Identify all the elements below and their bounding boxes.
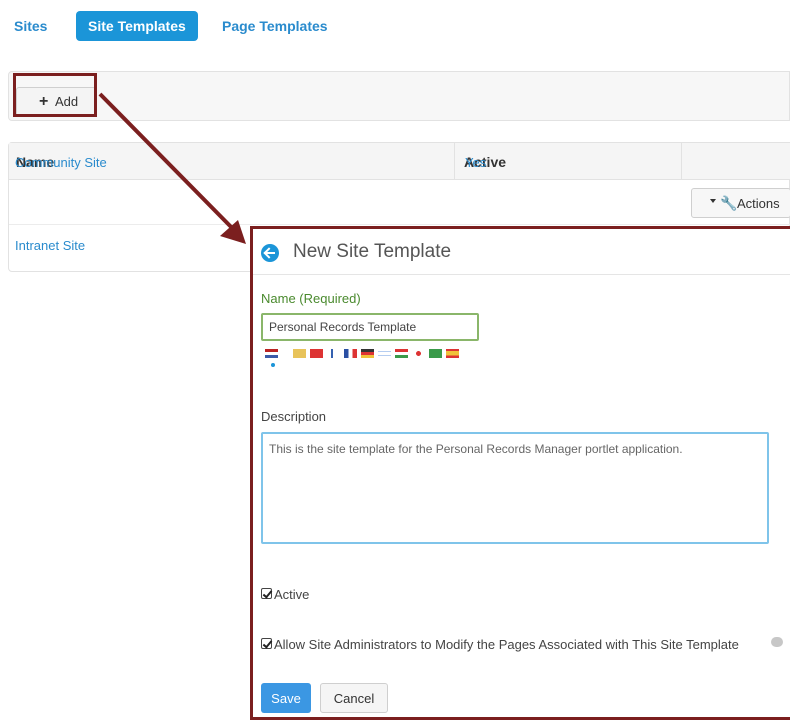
flag-icon[interactable]: [310, 349, 323, 358]
active-label: Active: [274, 587, 310, 602]
save-button[interactable]: Save: [261, 683, 311, 713]
flag-icon[interactable]: [446, 349, 459, 358]
description-textarea[interactable]: This is the site template for the Person…: [261, 432, 769, 544]
flag-icon[interactable]: [378, 349, 391, 358]
tab-site-templates[interactable]: Site Templates: [76, 11, 198, 41]
back-arrow-icon[interactable]: [261, 244, 279, 262]
row-name-link[interactable]: Intranet Site: [15, 238, 85, 253]
flag-icon[interactable]: [327, 349, 340, 358]
cancel-button[interactable]: Cancel: [320, 683, 388, 713]
flag-icon[interactable]: [344, 349, 357, 358]
table-row: [9, 181, 790, 225]
toolbar: [8, 71, 790, 121]
row-active-value: Yes: [465, 155, 487, 170]
flag-icon[interactable]: [429, 349, 442, 358]
column-divider: [681, 143, 682, 180]
column-divider: [454, 143, 455, 180]
caret-down-icon: [710, 199, 716, 203]
flag-icon[interactable]: [412, 349, 425, 358]
flag-icon[interactable]: [361, 349, 374, 358]
selected-language-dot: [271, 363, 275, 367]
row-name-link[interactable]: Community Site: [15, 155, 107, 170]
add-button-highlight: [13, 73, 97, 117]
allow-modify-checkbox[interactable]: [261, 638, 272, 649]
new-site-template-dialog: New Site Template Name (Required) Descri…: [250, 226, 790, 720]
flag-icon[interactable]: [395, 349, 408, 358]
name-label: Name (Required): [261, 291, 361, 306]
help-icon[interactable]: [771, 637, 783, 647]
dialog-title: New Site Template: [293, 241, 452, 262]
actions-button[interactable]: 🔧 Actions: [691, 188, 790, 218]
active-checkbox[interactable]: [261, 588, 272, 599]
allow-modify-label: Allow Site Administrators to Modify the …: [274, 637, 739, 652]
description-label: Description: [261, 409, 327, 424]
actions-button-label: Actions: [737, 196, 780, 211]
nav-tabs: Sites Site Templates Page Templates: [0, 0, 790, 55]
tab-sites[interactable]: Sites: [2, 11, 59, 41]
name-input[interactable]: [261, 313, 479, 341]
wrench-icon: 🔧: [720, 195, 738, 211]
dialog-header: New Site Template: [253, 229, 790, 275]
tab-page-templates[interactable]: Page Templates: [210, 11, 340, 41]
flag-icon[interactable]: [265, 349, 278, 358]
flag-icon[interactable]: [293, 349, 306, 358]
table-header: Name Active: [9, 143, 790, 180]
